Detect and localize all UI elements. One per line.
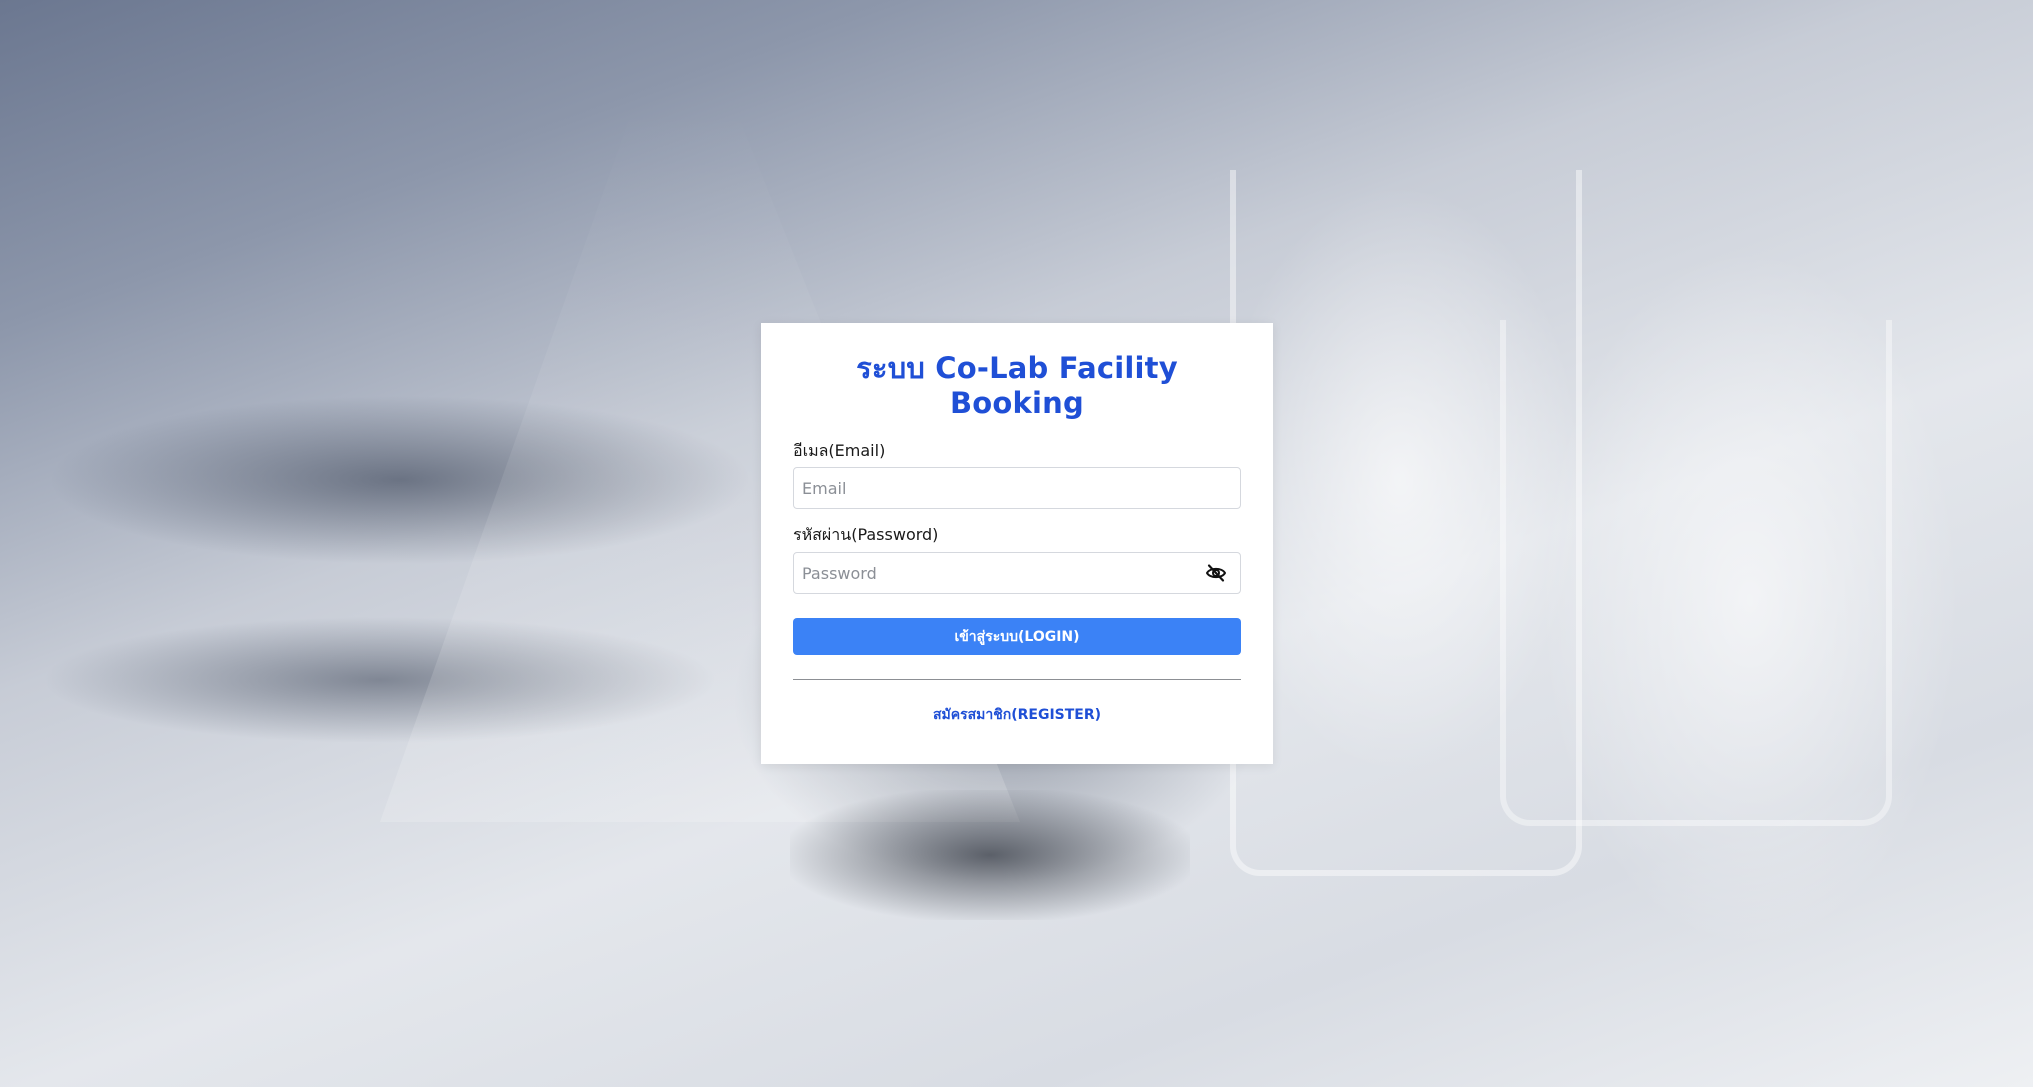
background-beaker <box>1500 320 1892 826</box>
register-link[interactable]: สมัครสมาชิก(REGISTER) <box>793 704 1241 726</box>
email-input[interactable] <box>793 467 1241 510</box>
eye-slash-icon[interactable] <box>1205 563 1227 583</box>
login-button[interactable]: เข้าสู่ระบบ(LOGIN) <box>793 618 1241 656</box>
email-label: อีเมล(Email) <box>793 440 886 460</box>
password-label: รหัสผ่าน(Password) <box>793 525 939 545</box>
page-title: ระบบ Co-Lab Facility Booking <box>856 351 1178 420</box>
login-card: ระบบ Co-Lab Facility Booking อีเมล(Email… <box>761 323 1273 764</box>
email-field-wrapper <box>793 467 1241 510</box>
background-liquid <box>790 790 1190 920</box>
password-input[interactable] <box>793 552 1241 595</box>
password-field-wrapper <box>793 552 1241 595</box>
background-beaker <box>1230 170 1582 876</box>
divider <box>793 679 1241 681</box>
